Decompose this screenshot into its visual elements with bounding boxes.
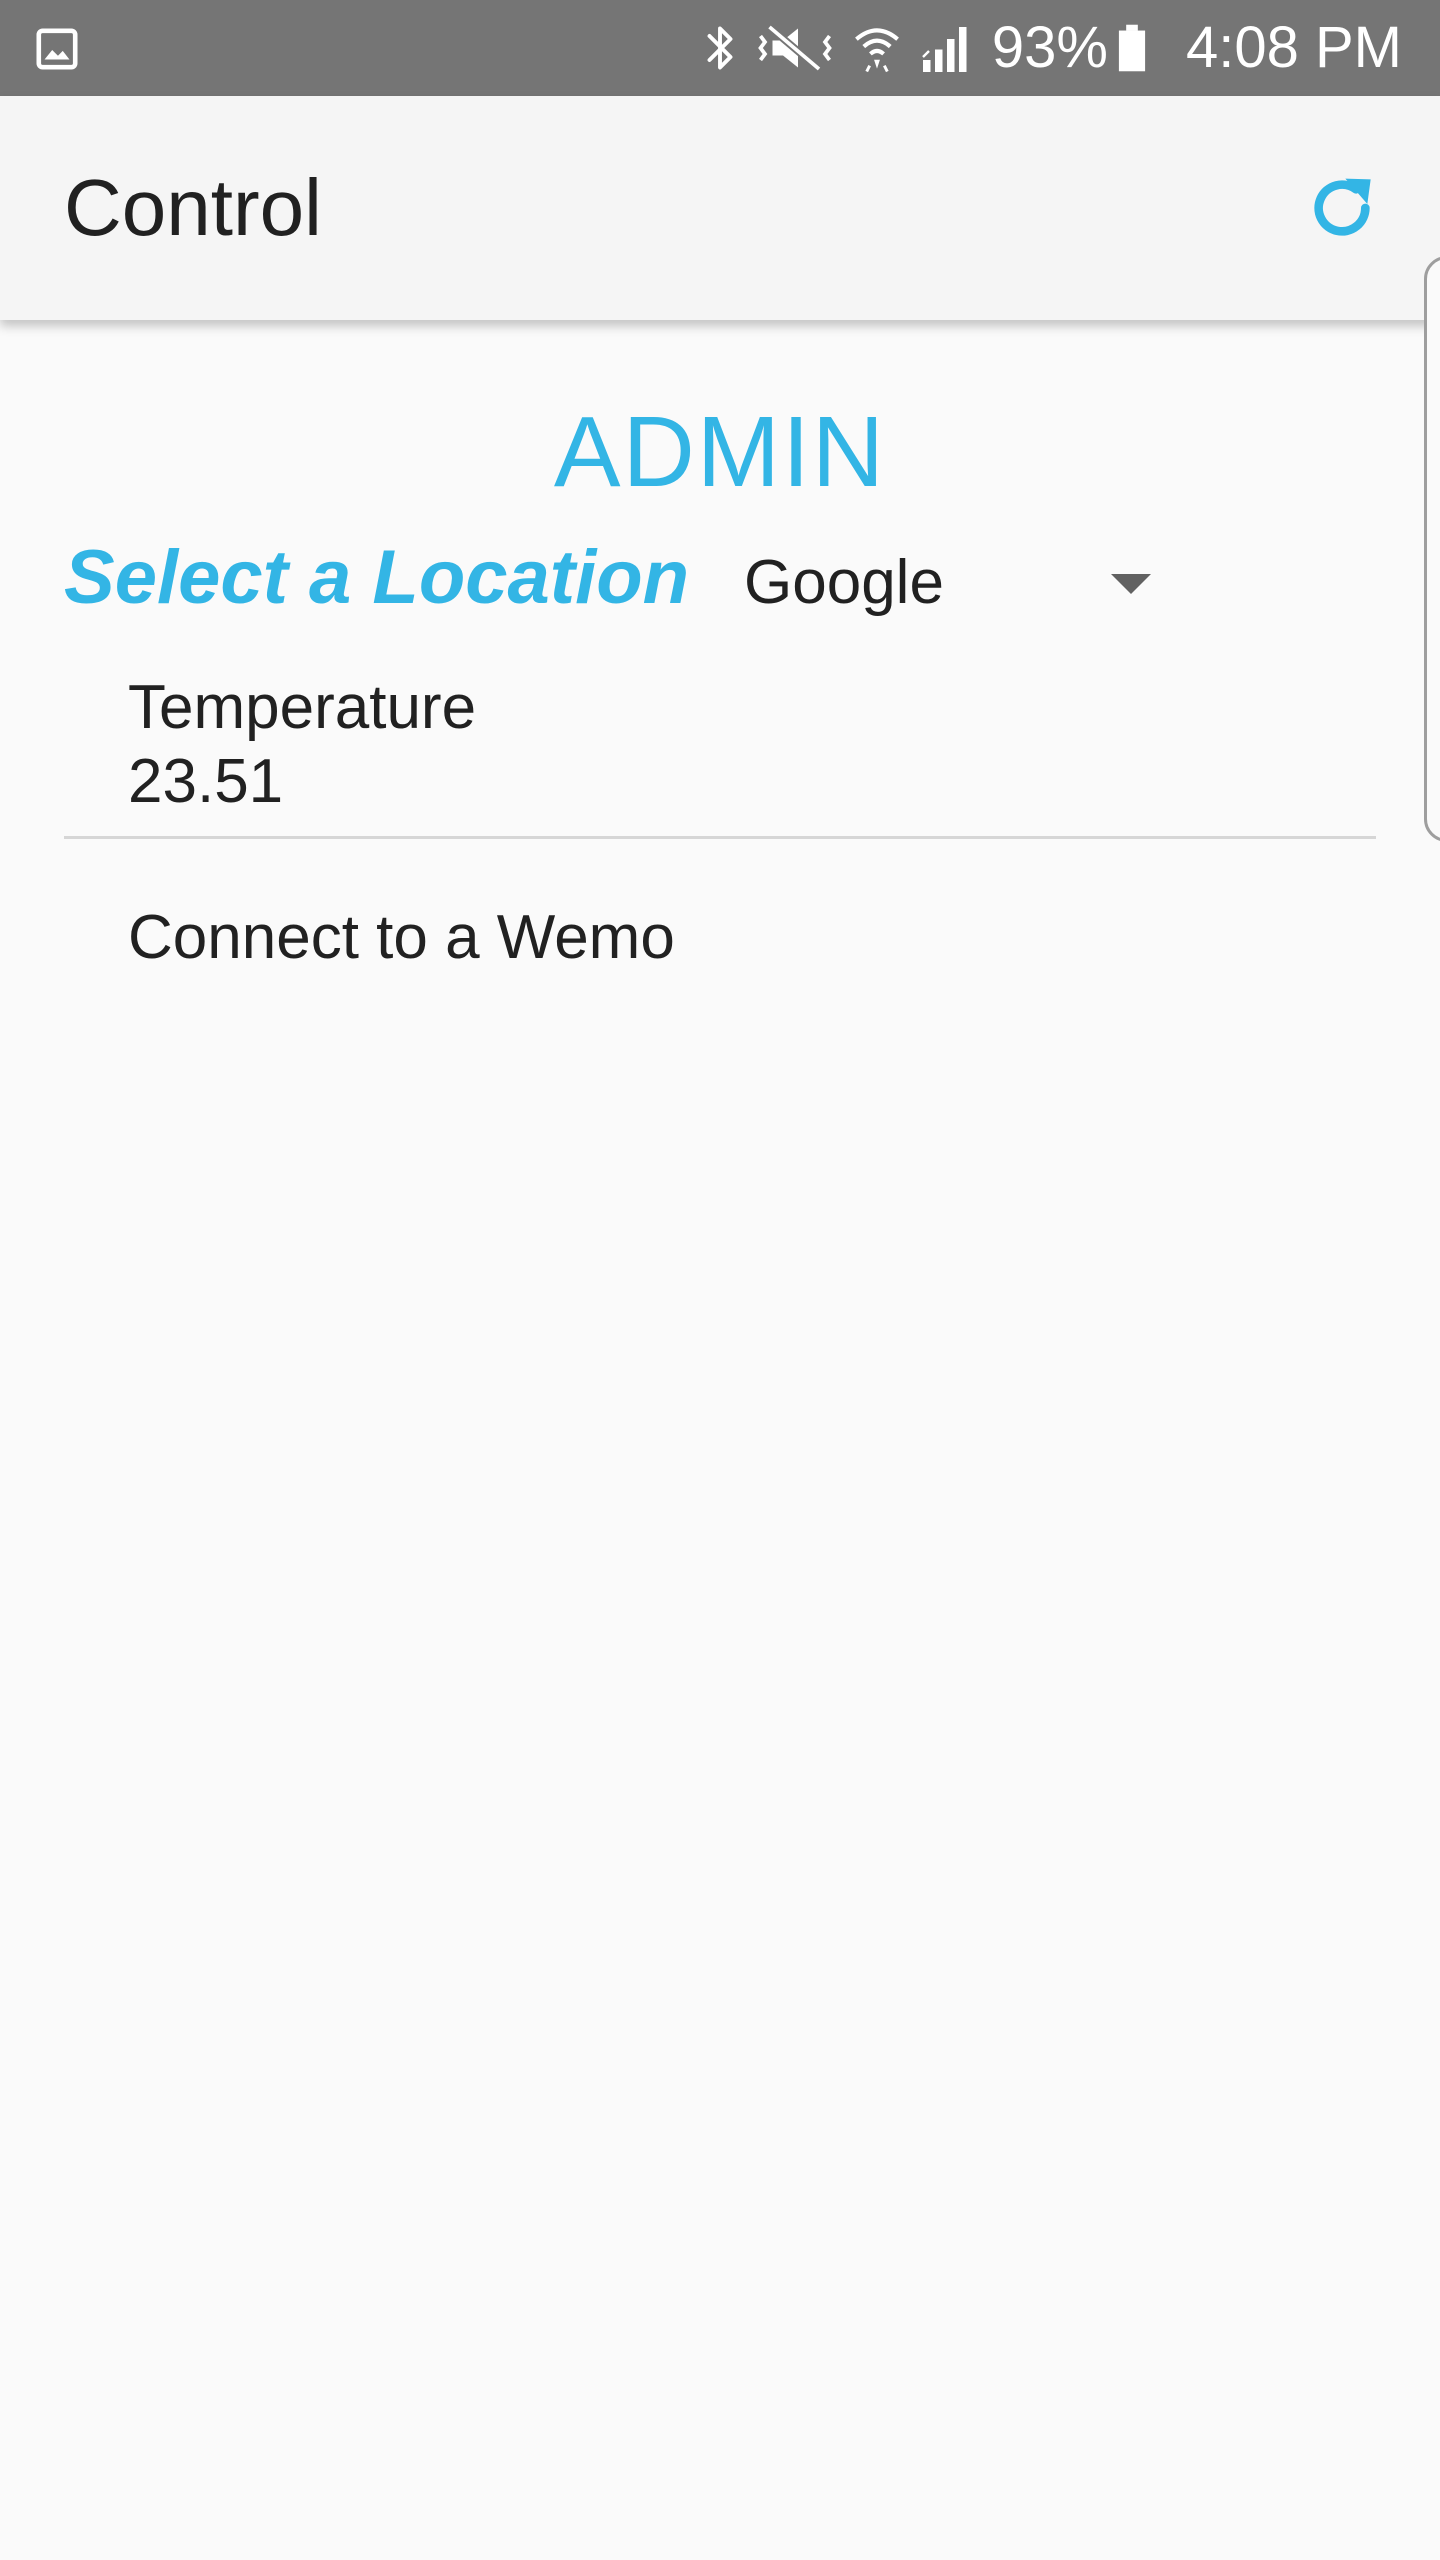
page-title: Control [64,163,322,252]
location-label: Select a Location [64,535,690,620]
vibrate-mute-icon [758,24,832,72]
bluetooth-icon [707,26,733,70]
role-heading: ADMIN [553,396,887,508]
battery-percentage: 93% [991,15,1108,80]
location-selected-value: Google [744,548,944,617]
temperature-value: 23.51 [128,747,284,816]
edge-panel-handle[interactable] [1424,256,1440,842]
status-bar: 93% 4:08 PM [0,0,1440,96]
wifi-icon [854,28,899,73]
status-icons: 93% 4:08 PM [702,0,1402,96]
temperature-item[interactable]: Temperature 23.51 [64,650,1376,839]
app-bar: Control [0,96,1440,320]
refresh-icon[interactable] [1302,168,1382,248]
connect-wemo-link[interactable]: Connect to a Wemo [128,898,675,978]
temperature-label: Temperature [128,673,477,742]
signal-icon [922,27,967,72]
status-time: 4:08 PM [1186,15,1402,80]
gallery-icon [36,28,78,70]
dropdown-arrow-icon [1111,574,1151,594]
battery-icon [1118,24,1146,72]
location-dropdown[interactable]: Google [724,528,1164,638]
location-row: Select a Location Google [64,528,1151,628]
